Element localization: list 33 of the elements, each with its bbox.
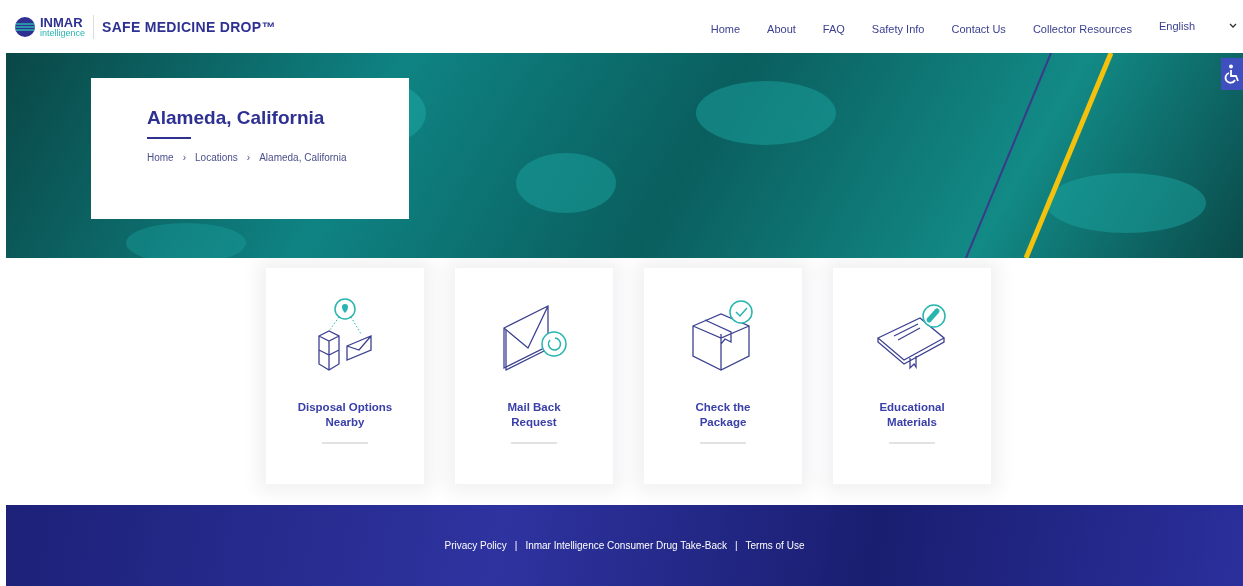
breadcrumb-separator: › <box>182 152 187 163</box>
footer-separator: | <box>514 540 518 551</box>
card-title[interactable]: Disposal Options Nearby <box>297 400 393 430</box>
card-title[interactable]: Check the Package <box>675 400 771 430</box>
footer-link[interactable]: Privacy Policy <box>444 540 507 551</box>
brand-tagline: intelligence <box>40 28 86 38</box>
brand-name: INMAR <box>40 15 83 29</box>
nav-link[interactable]: Contact Us <box>951 22 1006 35</box>
wheelchair-icon <box>1224 64 1240 84</box>
service-card[interactable]: Mail Back Request <box>455 268 613 484</box>
service-card[interactable]: Disposal Options Nearby <box>266 268 424 484</box>
footer-link[interactable]: Inmar Intelligence Consumer Drug Take-Back <box>525 540 727 551</box>
page-title: Alameda, California <box>147 107 326 129</box>
nav-link[interactable]: Collector Resources <box>1032 22 1132 35</box>
nav-link[interactable]: About <box>767 22 796 35</box>
footer-separator: | <box>734 540 738 551</box>
footer-link[interactable]: Terms of Use <box>745 540 805 551</box>
breadcrumb-link[interactable]: Locations <box>195 152 238 163</box>
language-dropdown[interactable]: English <box>1158 19 1243 38</box>
service-card[interactable]: Check the Package <box>644 268 802 484</box>
nav-link[interactable]: Safety Info <box>871 22 925 35</box>
breadcrumb-link[interactable]: Alameda, California <box>259 152 347 163</box>
accessibility-button[interactable] <box>1221 58 1243 90</box>
breadcrumb-link[interactable]: Home <box>147 152 174 163</box>
card-title[interactable]: Mail Back Request <box>486 400 582 430</box>
site-title[interactable]: SAFE MEDICINE DROP™ <box>102 18 276 35</box>
breadcrumb-separator: › <box>246 152 251 163</box>
card-title[interactable]: Educational Materials <box>864 400 960 430</box>
service-card[interactable]: Educational Materials <box>833 268 991 484</box>
chevron-down-icon <box>1229 23 1237 28</box>
globe-logo-icon <box>14 15 36 38</box>
nav-link[interactable]: Home <box>710 22 741 35</box>
nav-link[interactable]: FAQ <box>822 22 845 35</box>
